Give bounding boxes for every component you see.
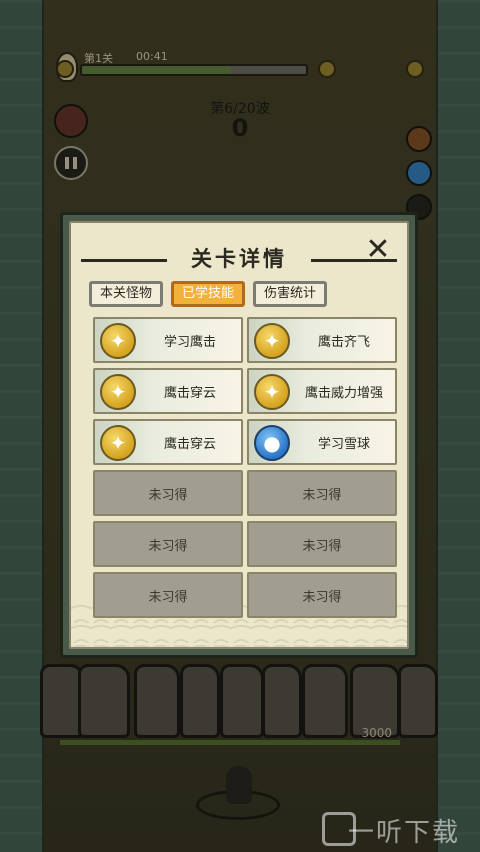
eagle-icon: ✦ bbox=[100, 374, 136, 410]
skill-name: 鹰击穿云 bbox=[163, 385, 216, 401]
tab-bar: 本关怪物 已学技能 伤害统计 bbox=[89, 281, 328, 307]
locked-skill-card[interactable]: 未习得 bbox=[93, 470, 243, 516]
tab-0[interactable]: 本关怪物 bbox=[89, 281, 164, 307]
locked-skill-card[interactable]: 未习得 bbox=[93, 521, 243, 567]
skill-locked-label: 未习得 bbox=[302, 487, 342, 503]
locked-skill-card[interactable]: 未习得 bbox=[247, 470, 397, 516]
eagle-icon: ✦ bbox=[100, 323, 136, 359]
skill-name: 学习雪球 bbox=[317, 436, 370, 452]
locked-skill-card[interactable]: 未习得 bbox=[247, 572, 397, 618]
skill-card[interactable]: ● 学习雪球 bbox=[247, 419, 397, 465]
eagle-icon: ✦ bbox=[254, 323, 290, 359]
skill-name: 鹰击威力增强 bbox=[304, 385, 383, 401]
skill-card[interactable]: ✦ 鹰击齐飞 bbox=[247, 317, 397, 363]
skill-locked-label: 未习得 bbox=[148, 589, 188, 605]
skill-name: 鹰击齐飞 bbox=[317, 334, 370, 350]
skill-card[interactable]: ✦ 学习鹰击 bbox=[93, 317, 243, 363]
skill-locked-label: 未习得 bbox=[148, 487, 188, 503]
dialog-panel: 关卡详情 ✕ 本关怪物 已学技能 伤害统计 ✦ 学习鹰击 ✦ 鹰击齐飞 ✦ 鹰击穿云 ✦ 鹰击威力… bbox=[69, 221, 409, 649]
eagle-icon: ✦ bbox=[254, 374, 290, 410]
skill-name: 学习鹰击 bbox=[163, 334, 216, 350]
locked-skill-card[interactable]: 未习得 bbox=[93, 572, 243, 618]
skill-card[interactable]: ✦ 鹰击威力增强 bbox=[247, 368, 397, 414]
snowball-icon: ● bbox=[254, 425, 290, 461]
eagle-icon: ✦ bbox=[100, 425, 136, 461]
skill-name: 鹰击穿云 bbox=[163, 436, 216, 452]
locked-skill-card[interactable]: 未习得 bbox=[247, 521, 397, 567]
skill-locked-label: 未习得 bbox=[148, 538, 188, 554]
dialog-title-row: 关卡详情 bbox=[71, 243, 407, 273]
skill-card[interactable]: ✦ 鹰击穿云 bbox=[93, 368, 243, 414]
dialog-title: 关卡详情 bbox=[191, 247, 287, 271]
skill-locked-label: 未习得 bbox=[302, 538, 342, 554]
skill-grid: ✦ 学习鹰击 ✦ 鹰击齐飞 ✦ 鹰击穿云 ✦ 鹰击威力增强 ✦ 鹰击穿云 ● 学习雪球 未习得 未习得 未习… bbox=[93, 317, 397, 618]
tab-2[interactable]: 伤害统计 bbox=[253, 281, 328, 307]
skill-card[interactable]: ✦ 鹰击穿云 bbox=[93, 419, 243, 465]
close-icon[interactable]: ✕ bbox=[363, 235, 393, 265]
tab-1[interactable]: 已学技能 bbox=[171, 281, 246, 307]
level-details-dialog: 关卡详情 ✕ 本关怪物 已学技能 伤害统计 ✦ 学习鹰击 ✦ 鹰击齐飞 ✦ 鹰击穿云 ✦ 鹰击威力… bbox=[60, 212, 418, 658]
watermark: 一听下载 bbox=[347, 818, 460, 848]
skill-locked-label: 未习得 bbox=[302, 589, 342, 605]
